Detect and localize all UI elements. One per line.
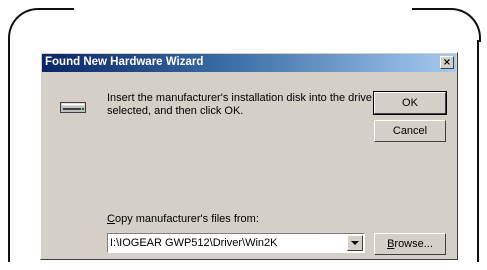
copy-from-combobox[interactable]: I:\IOGEAR GWP512\Driver\Win2K	[107, 233, 365, 253]
copy-from-label-mnemonic: C	[107, 213, 115, 225]
copy-from-label: Copy manufacturer's files from:	[107, 213, 259, 225]
found-new-hardware-dialog: Found New Hardware Wizard × Insert the m…	[40, 52, 458, 260]
window-title: Found New Hardware Wizard	[45, 56, 204, 68]
browse-button-label: rowse...	[394, 238, 433, 250]
cancel-button[interactable]: Cancel	[374, 120, 446, 142]
close-button[interactable]: ×	[440, 56, 454, 69]
copy-from-label-text: opy manufacturer's files from:	[114, 213, 259, 225]
ok-button[interactable]: OK	[373, 91, 447, 115]
browse-button[interactable]: Browse...	[374, 233, 446, 255]
copy-from-value[interactable]: I:\IOGEAR GWP512\Driver\Win2K	[110, 237, 277, 249]
title-bar[interactable]: Found New Hardware Wizard ×	[42, 54, 456, 72]
chevron-down-icon[interactable]	[347, 235, 363, 251]
instruction-text: Insert the manufacturer's installation d…	[107, 92, 373, 117]
floppy-drive-icon	[60, 102, 86, 113]
